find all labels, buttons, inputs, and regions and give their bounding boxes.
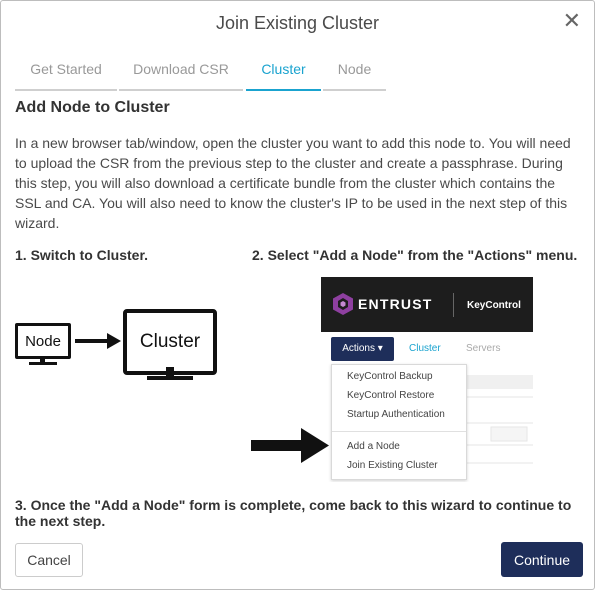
- entrust-header: ENTRUST KeyControl: [321, 277, 533, 332]
- menu-item-add-a-node: Add a Node: [347, 441, 400, 452]
- menu-divider: [332, 431, 466, 432]
- section-heading: Add Node to Cluster: [15, 99, 170, 116]
- node-label: Node: [25, 332, 61, 350]
- node-monitor-stand: [29, 356, 57, 365]
- header-divider: [453, 293, 454, 317]
- instructions-paragraph: In a new browser tab/window, open the cl…: [15, 135, 571, 231]
- step-2-text: 2. Select "Add a Node" from the "Actions…: [252, 247, 578, 263]
- close-icon[interactable]: ✕: [563, 10, 581, 32]
- right-arrow-icon: [75, 333, 121, 349]
- join-cluster-dialog: Join Existing Cluster ✕ Get Started Down…: [0, 0, 595, 590]
- tab-cluster[interactable]: Cluster: [246, 57, 321, 91]
- actions-menu-button: Actions ▾: [331, 337, 394, 361]
- dialog-title: Join Existing Cluster: [215, 13, 380, 33]
- menu-item-startup-authentication: Startup Authentication: [347, 409, 445, 420]
- tab-download-csr[interactable]: Download CSR: [119, 57, 243, 91]
- subnav-cluster: Cluster: [409, 343, 441, 354]
- entrust-logo-icon: [333, 293, 353, 315]
- menu-item-keycontrol-restore: KeyControl Restore: [347, 390, 435, 401]
- step-1-text: 1. Switch to Cluster.: [15, 247, 149, 263]
- keycontrol-screenshot: ENTRUST KeyControl Actions ▾ Cluster Ser…: [321, 277, 533, 482]
- entrust-brand: ENTRUST: [358, 296, 433, 312]
- subnav-servers: Servers: [466, 343, 501, 354]
- background-table-lines: [461, 375, 533, 464]
- continue-button[interactable]: Continue: [501, 542, 583, 577]
- cluster-label: Cluster: [139, 331, 201, 352]
- cluster-monitor-stand: [147, 367, 193, 380]
- pointer-arrow-icon: [251, 428, 329, 463]
- actions-dropdown-menu: KeyControl Backup KeyControl Restore Sta…: [331, 364, 467, 480]
- cluster-monitor-icon: Cluster: [123, 309, 217, 375]
- cancel-button[interactable]: Cancel: [15, 543, 83, 577]
- step-3-text: 3. Once the "Add a Node" form is complet…: [15, 497, 572, 529]
- menu-item-join-existing-cluster: Join Existing Cluster: [347, 460, 438, 471]
- keycontrol-product: KeyControl: [467, 300, 521, 311]
- tab-get-started[interactable]: Get Started: [15, 57, 117, 91]
- node-monitor-icon: Node: [15, 323, 71, 359]
- menu-item-keycontrol-backup: KeyControl Backup: [347, 371, 433, 382]
- tab-node[interactable]: Node: [323, 57, 386, 91]
